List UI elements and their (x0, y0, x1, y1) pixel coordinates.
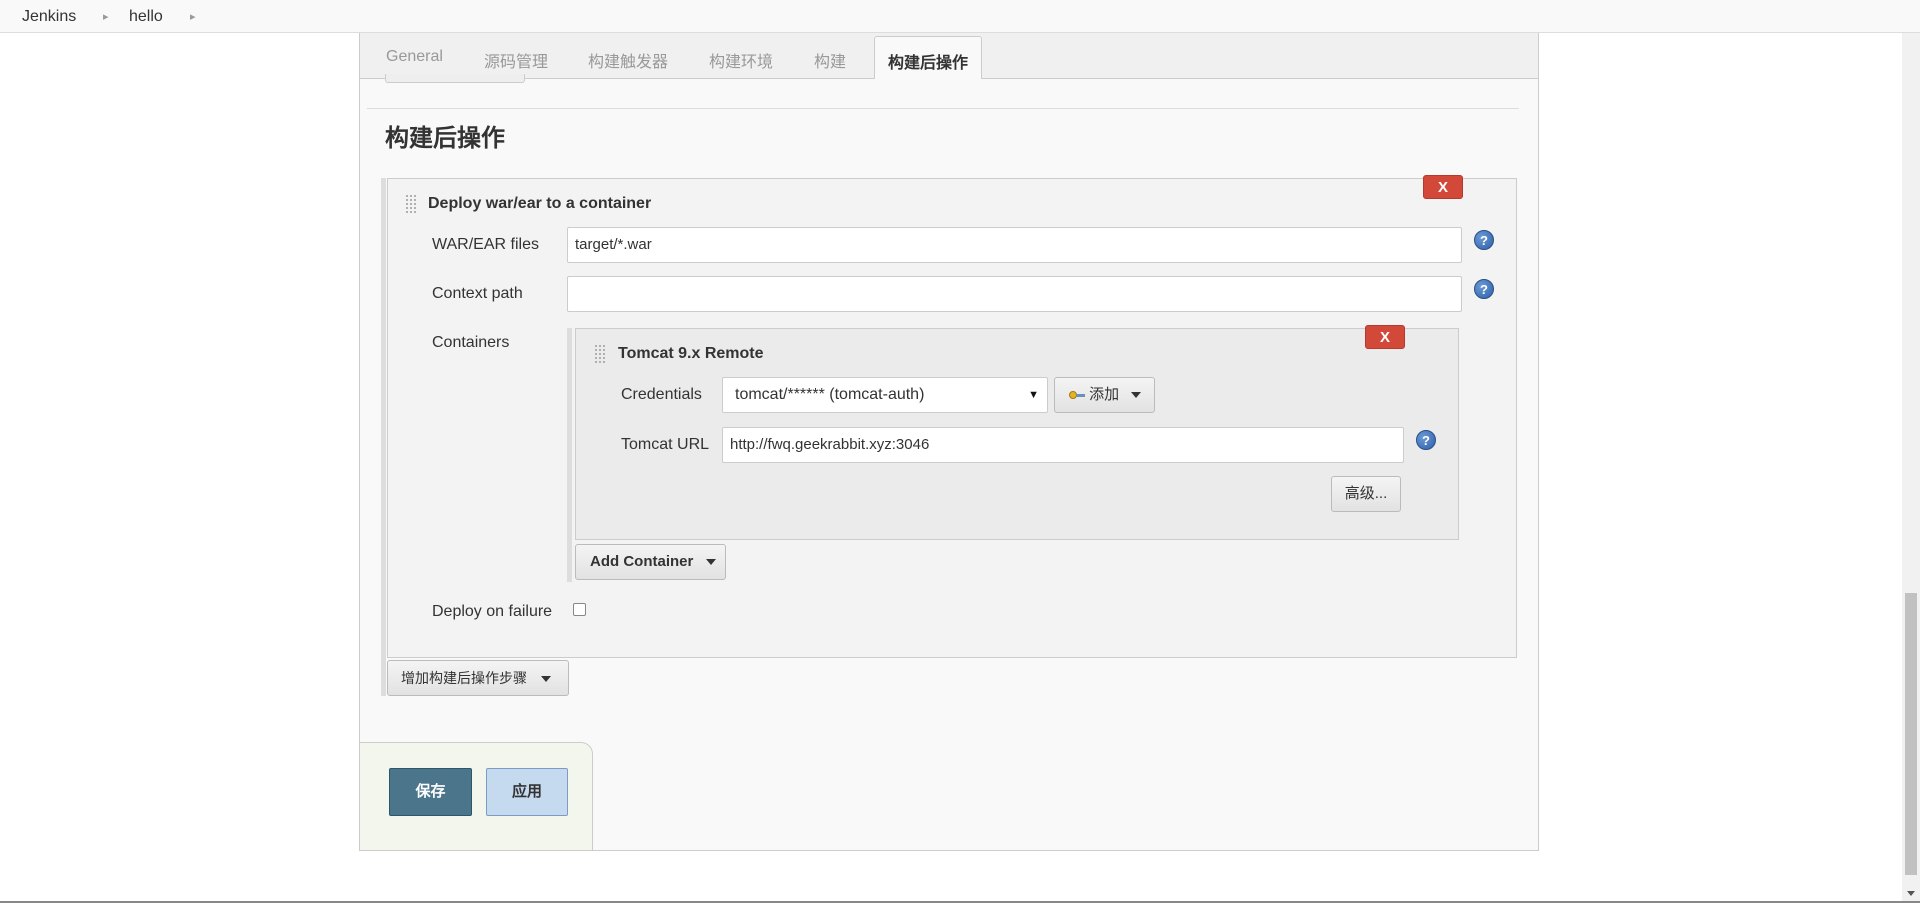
context-path-label: Context path (432, 285, 523, 302)
deploy-on-failure-checkbox[interactable] (573, 603, 586, 616)
container-accent-bar (567, 328, 572, 582)
help-icon[interactable]: ? (1416, 430, 1436, 450)
delete-step-button[interactable]: X (1423, 175, 1463, 199)
section-divider (367, 108, 1519, 109)
section-title: 构建后操作 (385, 125, 505, 152)
delete-container-button[interactable]: X (1365, 325, 1405, 349)
deploy-on-failure-label: Deploy on failure (432, 603, 553, 620)
caret-down-icon (1131, 392, 1142, 399)
containers-label: Containers (432, 334, 510, 351)
advanced-button[interactable]: 高级... (1331, 476, 1401, 512)
credentials-selected-value: tomcat/****** (tomcat-auth) (735, 386, 925, 403)
vertical-scrollbar[interactable] (1902, 33, 1920, 903)
credentials-select[interactable]: tomcat/****** (tomcat-auth) ▼ (722, 377, 1048, 413)
add-post-build-step-button[interactable]: 增加构建后操作步骤 (387, 660, 569, 696)
help-icon[interactable]: ? (1474, 230, 1494, 250)
add-container-label: Add Container (590, 553, 694, 570)
tab-general[interactable]: General (386, 48, 443, 66)
add-credentials-button[interactable]: 添加 (1054, 377, 1155, 413)
breadcrumb-item-jenkins[interactable]: Jenkins (22, 8, 76, 26)
tab-bar: General 源码管理 构建触发器 构建环境 构建 构建后操作 (360, 33, 1538, 79)
tab-post-build-actions[interactable]: 构建后操作 (874, 36, 983, 79)
add-post-build-step-label: 增加构建后操作步骤 (401, 670, 527, 686)
war-files-label: WAR/EAR files (432, 236, 539, 253)
context-path-input[interactable] (567, 276, 1462, 312)
credentials-label: Credentials (621, 386, 702, 403)
help-icon[interactable]: ? (1474, 279, 1494, 299)
tomcat-url-input[interactable]: http://fwq.geekrabbit.xyz:3046 (722, 427, 1404, 463)
chevron-right-icon[interactable]: ▸ (103, 10, 109, 23)
caret-down-icon (540, 676, 551, 683)
deploy-step-title: Deploy war/ear to a container (428, 195, 652, 212)
previous-section-button[interactable] (385, 74, 525, 83)
breadcrumb-item-hello[interactable]: hello (129, 8, 163, 26)
apply-button[interactable]: 应用 (486, 768, 568, 816)
drag-handle-icon[interactable] (405, 194, 417, 214)
tab-build-triggers[interactable]: 构建触发器 (588, 48, 668, 72)
tab-build[interactable]: 构建 (814, 48, 846, 72)
tab-source-code[interactable]: 源码管理 (484, 48, 548, 72)
add-container-button[interactable]: Add Container (575, 544, 726, 580)
key-icon (1069, 390, 1085, 400)
caret-down-icon: ▼ (1028, 389, 1039, 401)
section-accent-bar (381, 178, 386, 696)
chevron-right-icon[interactable]: ▸ (190, 10, 196, 23)
container-title: Tomcat 9.x Remote (618, 345, 764, 362)
war-files-input[interactable]: target/*.war (567, 227, 1462, 263)
tomcat-url-label: Tomcat URL (621, 436, 710, 453)
save-button[interactable]: 保存 (389, 768, 472, 816)
scroll-down-arrow-icon[interactable] (1907, 891, 1915, 896)
add-credentials-label: 添加 (1089, 386, 1120, 403)
scrollbar-thumb[interactable] (1905, 593, 1917, 875)
tab-build-environment[interactable]: 构建环境 (709, 48, 773, 72)
drag-handle-icon[interactable] (594, 344, 606, 364)
breadcrumb: Jenkins ▸ hello ▸ (0, 0, 1920, 33)
caret-down-icon (705, 559, 716, 566)
